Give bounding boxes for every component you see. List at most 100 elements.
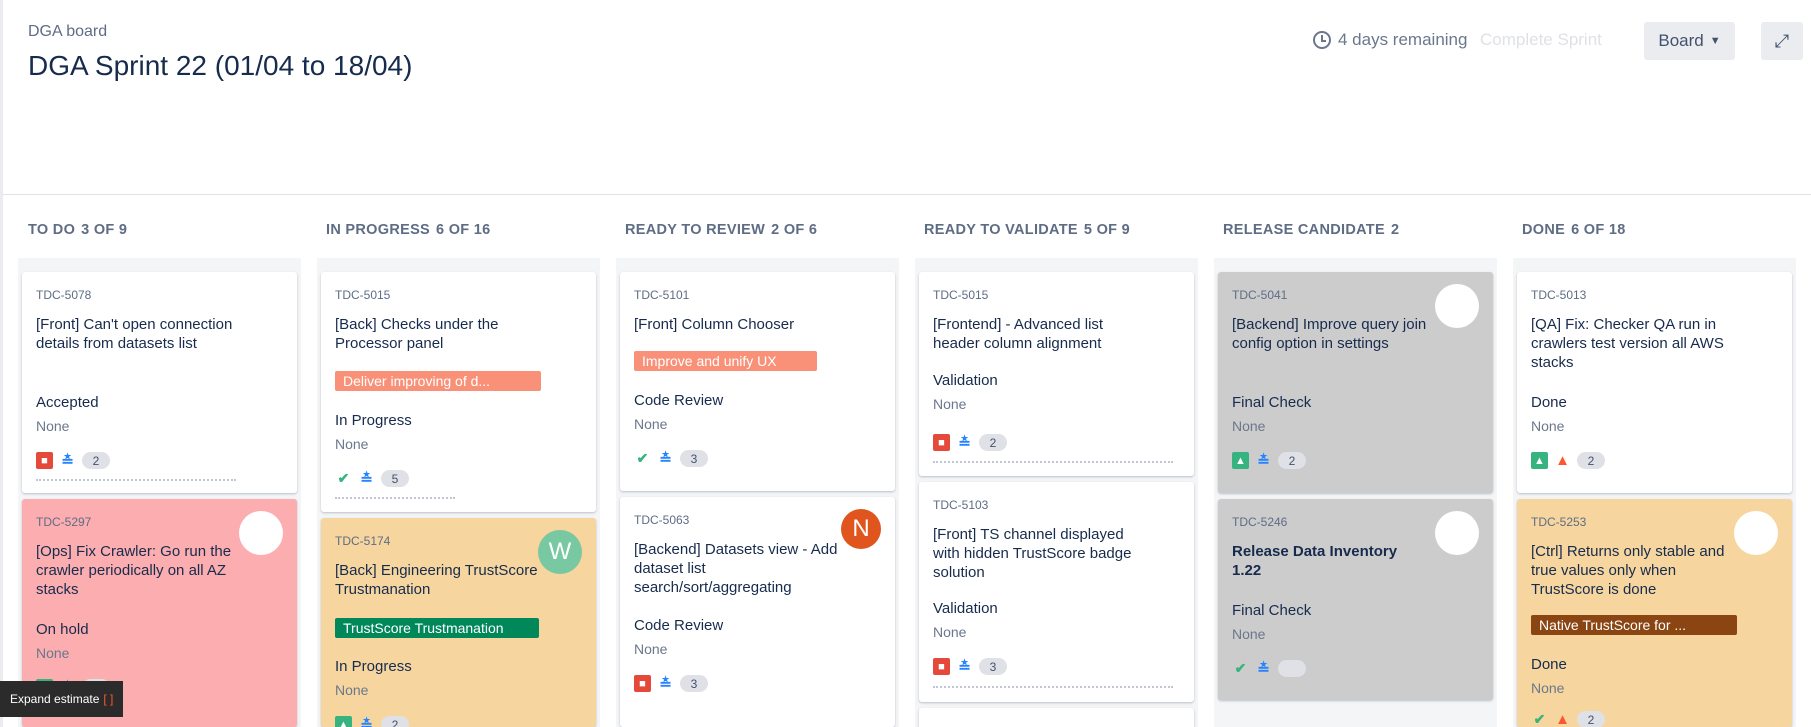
story-icon: ▲ [1232, 452, 1249, 469]
issue-assignee: None [1232, 418, 1266, 434]
estimate-badge: 3 [680, 675, 708, 692]
issue-assignee: None [36, 645, 70, 661]
issue-summary: [Ops] Fix Crawler: Go run the crawler pe… [36, 543, 232, 598]
dots-divider [335, 497, 455, 500]
estimate-badge: 2 [381, 716, 409, 727]
issue-status: In Progress [335, 658, 412, 675]
issue-card[interactable]: TDC-5246 Release Data Inventory 1.22 Fin… [1218, 499, 1493, 700]
issue-card[interactable]: TDC-5041 [Backend] Improve query join co… [1218, 272, 1493, 493]
left-edge [0, 0, 3, 727]
issue-summary: [Back] Engineering TrustScore Trustmanat… [335, 562, 538, 598]
priority-low-icon: ≛ [1257, 452, 1270, 470]
column-ready-to-review: TDC-5101 [Front] Column Chooser Improve … [616, 258, 899, 727]
priority-low-icon: ≛ [1257, 660, 1270, 678]
bug-icon: ■ [933, 434, 950, 451]
issue-footer: ■ ≛ 2 [933, 434, 1007, 452]
issue-footer: ✔ ≛ 5 [335, 470, 409, 488]
estimate-badge: 2 [1577, 711, 1605, 727]
issue-card[interactable]: TDC-5103 [Front] TS channel displayed wi… [919, 482, 1194, 702]
estimate-badge: 2 [979, 434, 1007, 451]
column-title: DONE [1522, 222, 1566, 238]
issue-card[interactable]: N TDC-5063 [Backend] Datasets view - Add… [620, 497, 895, 727]
priority-low-icon: ≛ [958, 658, 971, 676]
chevron-down-icon: ▼ [1709, 35, 1721, 47]
issue-status: Final Check [1232, 602, 1312, 619]
issue-summary: [QA] Fix: Checker QA run in crawlers tes… [1531, 316, 1724, 371]
issue-status: In Progress [335, 412, 412, 429]
issue-key: TDC-5078 [36, 288, 92, 302]
column-count: 2 [1390, 222, 1400, 238]
issue-key: TDC-5041 [1232, 288, 1288, 302]
avatar[interactable] [1435, 511, 1479, 555]
issue-key: TDC-5174 [335, 534, 391, 548]
dots-divider [36, 479, 236, 482]
issue-summary: [Frontend] - Advanced list header column… [933, 316, 1104, 352]
column-header-done: DONE 6 OF 18 [1522, 222, 1626, 238]
issue-summary: [Back] Checks under the Processor panel [335, 316, 499, 352]
issue-footer: ▲ ≛ 2 [1232, 452, 1306, 470]
complete-sprint-button[interactable]: Complete Sprint [1480, 30, 1602, 50]
issue-card[interactable]: TDC-5015 [Back] Checks under the Process… [321, 272, 596, 512]
tooltip: Expand estimate [ ] [0, 681, 124, 717]
column-title: TO DO [28, 222, 76, 238]
issue-card[interactable]: TDC-5253 [Ctrl] Returns only stable and … [1517, 499, 1792, 727]
story-icon: ▲ [1531, 452, 1548, 469]
column-header-ready-to-validate: READY TO VALIDATE 5 OF 9 [924, 222, 1130, 238]
column-header-release-candidate: RELEASE CANDIDATE 2 [1223, 222, 1399, 238]
epic-label: TrustScore Trustmanation [335, 618, 539, 638]
bug-icon: ■ [933, 658, 950, 675]
column-title: READY TO REVIEW [625, 222, 766, 238]
issue-assignee: None [634, 416, 668, 432]
priority-high-icon: ▲ [1555, 711, 1570, 727]
dots-divider [933, 461, 1173, 464]
column-count: 3 OF 9 [81, 222, 128, 238]
priority-low-icon: ≛ [360, 716, 373, 727]
task-icon: ✔ [634, 450, 651, 467]
issue-assignee: None [634, 641, 668, 657]
issue-key: TDC-5103 [933, 498, 989, 512]
issue-card[interactable]: TDC-5078 [Front] Can't open connection d… [22, 272, 297, 493]
priority-low-icon: ≛ [360, 470, 373, 488]
issue-status: Accepted [36, 394, 99, 411]
expand-icon[interactable]: ⤢ [1761, 22, 1803, 60]
column-todo: TDC-5078 [Front] Can't open connection d… [18, 258, 301, 727]
board-view-select[interactable]: Board ▼ [1644, 22, 1735, 60]
column-title: READY TO VALIDATE [924, 222, 1078, 238]
issue-card[interactable] [919, 708, 1194, 727]
remaining-label: 4 days remaining [1338, 30, 1468, 49]
issue-footer: ■ ≛ 3 [634, 675, 708, 693]
column-release-candidate: TDC-5041 [Backend] Improve query join co… [1214, 258, 1497, 727]
issue-status: On hold [36, 621, 89, 638]
column-ready-to-validate: TDC-5015 [Frontend] - Advanced list head… [915, 258, 1198, 727]
issue-card[interactable]: W TDC-5174 [Back] Engineering TrustScore… [321, 518, 596, 727]
issue-footer: ■ ≛ 2 [36, 452, 110, 470]
issue-summary: [Front] TS channel displayed with hidden… [933, 526, 1132, 581]
estimate-badge: 2 [1577, 452, 1605, 469]
estimate-badge: 5 [381, 470, 409, 487]
epic-label: Improve and unify UX [634, 351, 817, 371]
priority-low-icon: ≛ [659, 450, 672, 468]
board-select-label: Board [1658, 31, 1704, 50]
story-icon: ▲ [335, 716, 352, 727]
estimate-badge: 3 [979, 658, 1007, 675]
board-name[interactable]: DGA board [28, 23, 107, 41]
issue-card[interactable]: TDC-5101 [Front] Column Chooser Improve … [620, 272, 895, 491]
column-count: 6 OF 16 [436, 222, 491, 238]
issue-card[interactable]: TDC-5015 [Frontend] - Advanced list head… [919, 272, 1194, 476]
tooltip-text: Expand estimate [10, 692, 100, 706]
issue-card[interactable]: TDC-5013 [QA] Fix: Checker QA run in cra… [1517, 272, 1792, 493]
column-done: TDC-5013 [QA] Fix: Checker QA run in cra… [1513, 258, 1796, 727]
issue-status: Code Review [634, 617, 724, 634]
column-header-ready-to-review: READY TO REVIEW 2 OF 6 [625, 222, 817, 238]
bug-icon: ■ [36, 452, 53, 469]
issue-footer: ✔ ▲ 2 [1531, 711, 1605, 727]
issue-key: TDC-5063 [634, 513, 690, 527]
issue-summary: [Front] Column Chooser [634, 316, 795, 333]
issue-footer: ■ ≛ 3 [933, 658, 1007, 676]
issue-summary: [Front] Can't open connection details fr… [36, 316, 233, 352]
issue-status: Final Check [1232, 394, 1312, 411]
estimate-badge: 2 [82, 452, 110, 469]
bug-icon: ■ [634, 675, 651, 692]
dots-divider [933, 686, 1173, 689]
column-count: 6 OF 18 [1571, 222, 1626, 238]
